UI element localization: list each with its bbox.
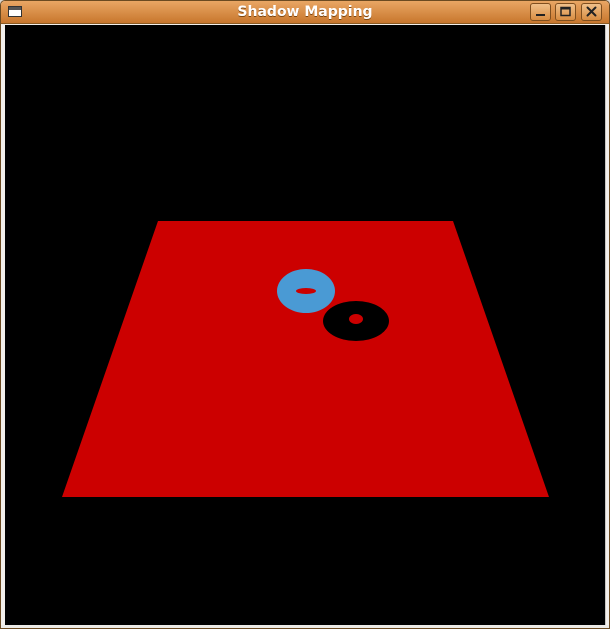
maximize-icon: [560, 6, 571, 17]
maximize-button[interactable]: [555, 3, 576, 21]
close-button[interactable]: [581, 3, 602, 21]
torus: [277, 269, 335, 313]
window-title: Shadow Mapping: [237, 4, 373, 20]
titlebar[interactable]: Shadow Mapping: [1, 1, 609, 24]
scene-canvas: [5, 25, 605, 625]
window-bottom-border: [1, 625, 609, 628]
minimize-button[interactable]: [530, 3, 551, 21]
render-viewport[interactable]: [5, 25, 606, 625]
torus-shadow: [323, 301, 389, 341]
minimize-icon: [536, 14, 545, 16]
close-icon: [586, 6, 597, 17]
app-window: Shadow Mapping: [0, 0, 610, 629]
